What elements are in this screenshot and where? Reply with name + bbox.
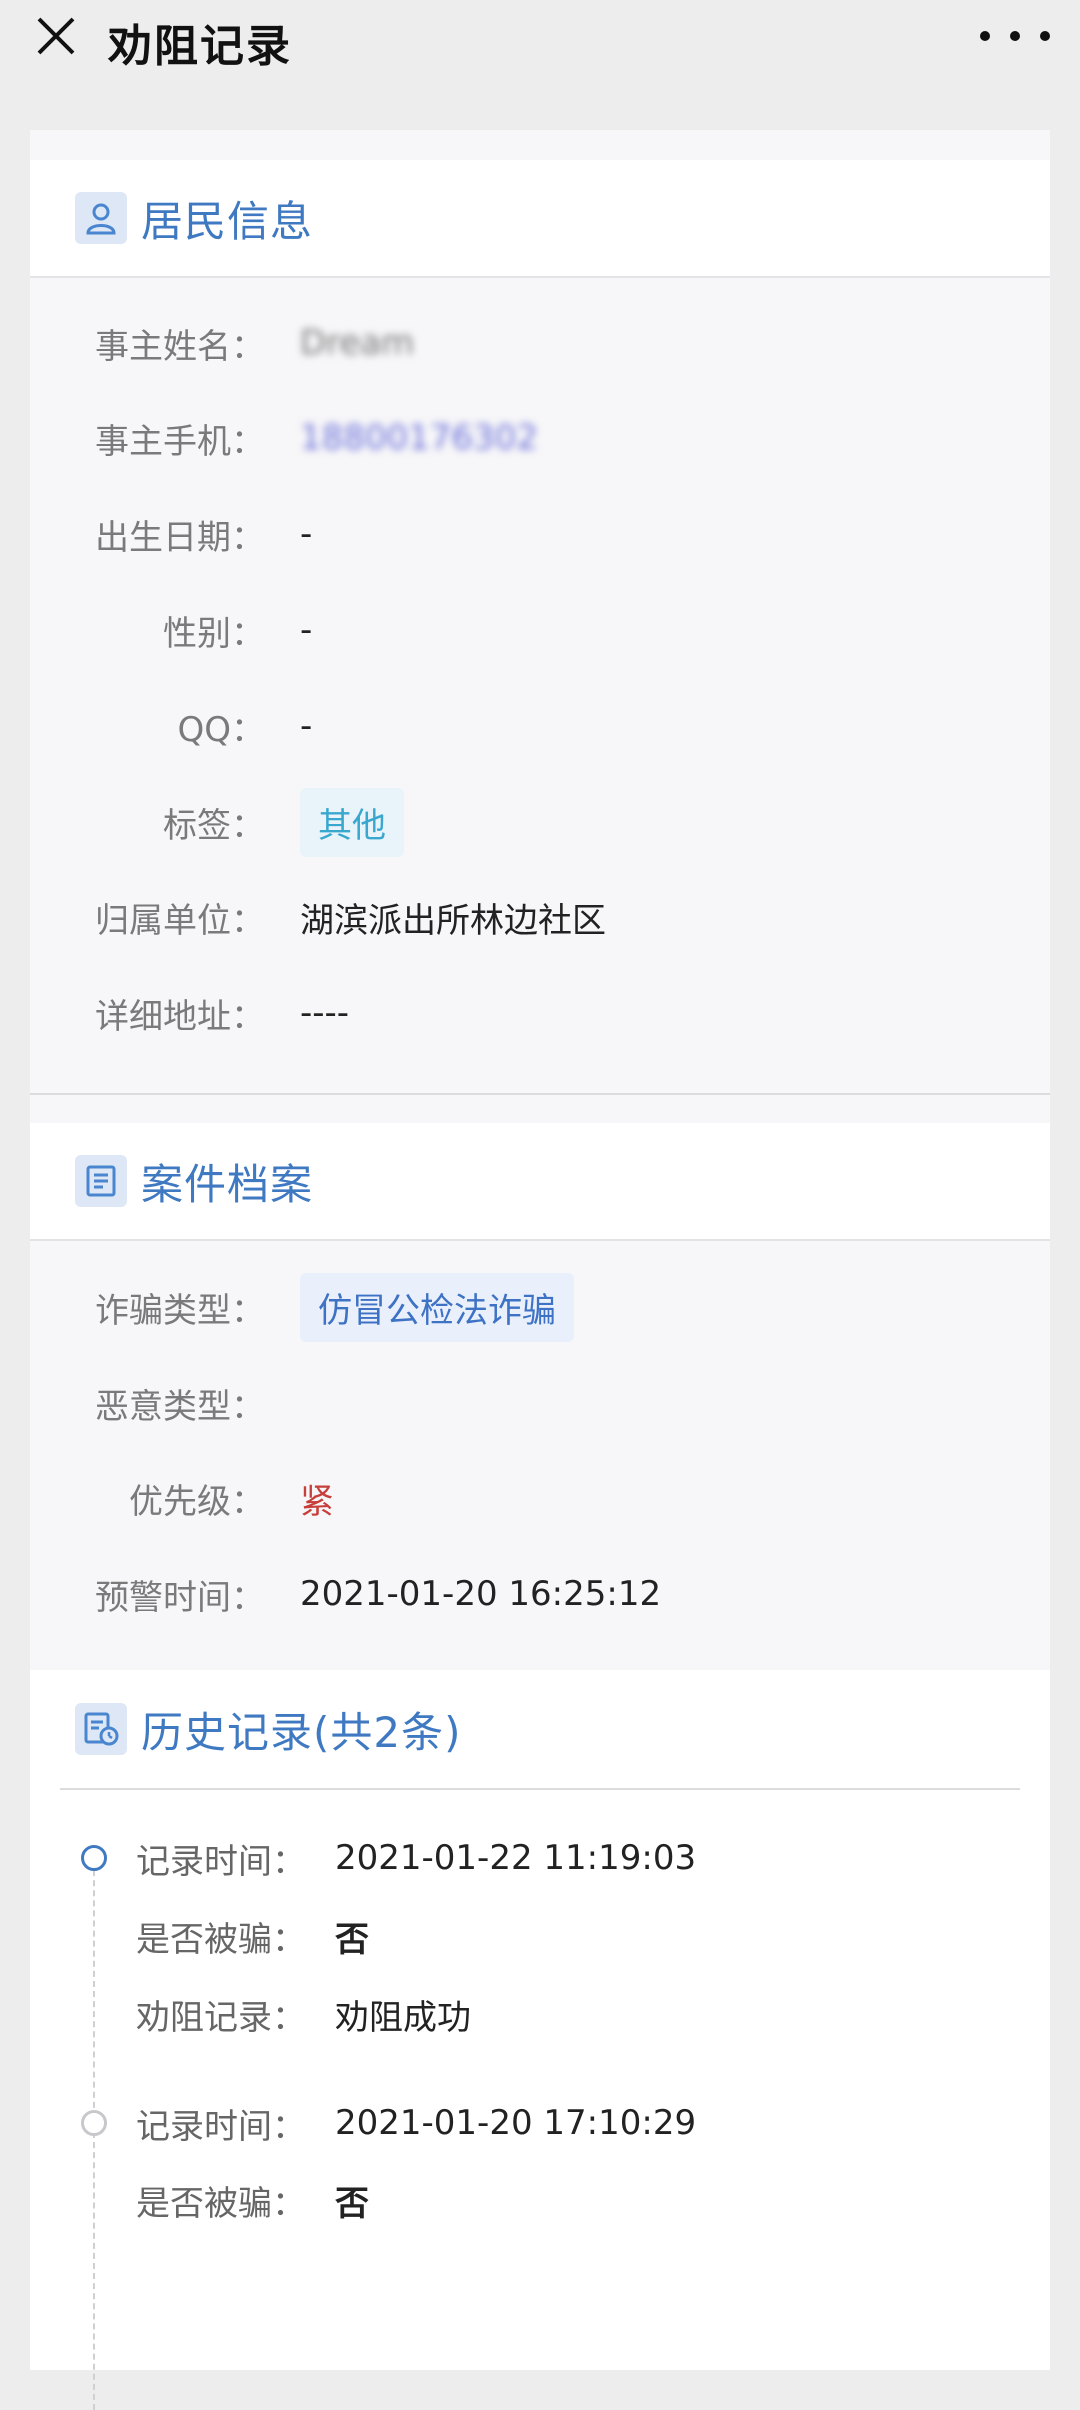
top-bar: 劝阻记录 [0, 0, 1080, 100]
field-name-value: Dream [300, 323, 415, 363]
close-icon [37, 17, 75, 55]
field-name: 事主姓名： Dream [30, 313, 1050, 373]
field-alert-time-value: 2021-01-20 16:25:12 [300, 1574, 662, 1614]
field-qq: QQ： - [30, 696, 1050, 756]
field-qq-value: - [300, 706, 313, 746]
history-section-header: 历史记录(共2条) [30, 1670, 1050, 1788]
record-result-label: 劝阻记录： [136, 1997, 306, 2038]
field-alert-time-label: 预警时间： [95, 1577, 265, 1618]
field-fraud-type-label: 诈骗类型： [95, 1290, 265, 1331]
scammed-value: 否 [335, 1919, 369, 1960]
field-phone-value[interactable]: 18800176302 [300, 418, 538, 458]
case-section-header: 案件档案 [30, 1123, 1050, 1241]
field-birth-label: 出生日期： [95, 517, 265, 558]
field-address-value: ---- [300, 993, 350, 1033]
history-record-1-time: 记录时间： 2021-01-22 11:19:03 [136, 1830, 696, 1886]
timeline-dot-inactive [81, 2110, 107, 2136]
history-icon [75, 1703, 127, 1755]
page-title: 劝阻记录 [108, 21, 292, 72]
document-icon [75, 1155, 127, 1207]
record-time-value: 2021-01-20 17:10:29 [335, 2103, 697, 2143]
tag-badge: 其他 [300, 787, 404, 857]
field-phone-label: 事主手机： [95, 421, 265, 462]
field-unit-value: 湖滨派出所林边社区 [300, 900, 606, 941]
field-address-label: 详细地址： [95, 996, 265, 1037]
field-gender: 性别： - [30, 600, 1050, 660]
record-result-value: 劝阻成功 [335, 1997, 471, 2038]
field-gender-label: 性别： [163, 613, 265, 654]
more-icon [980, 31, 990, 41]
field-tag-label: 标签： [163, 805, 265, 846]
person-icon [75, 192, 127, 244]
scammed-label: 是否被骗： [136, 1919, 306, 1960]
field-priority: 优先级： 紧 [30, 1468, 1050, 1528]
section-divider [30, 1093, 1050, 1095]
field-malicious-type: 恶意类型： [30, 1373, 1050, 1433]
record-time-value: 2021-01-22 11:19:03 [335, 1838, 697, 1878]
field-tag: 标签： 其他 [30, 787, 1050, 857]
history-card: 历史记录(共2条) 记录时间： 2021-01-22 11:19:03 是否被骗… [30, 1670, 1050, 2410]
scammed-label: 是否被骗： [136, 2183, 306, 2224]
history-divider [60, 1788, 1020, 1790]
field-alert-time: 预警时间： 2021-01-20 16:25:12 [30, 1564, 1050, 1624]
field-birth: 出生日期： - [30, 504, 1050, 564]
field-gender-value: - [300, 610, 313, 650]
history-record-2-scammed: 是否被骗： 否 [136, 2172, 369, 2228]
field-birth-value: - [300, 514, 313, 554]
fraud-type-badge: 仿冒公检法诈骗 [300, 1272, 574, 1342]
history-record-2-time: 记录时间： 2021-01-20 17:10:29 [136, 2095, 696, 2151]
field-priority-value: 紧 [300, 1481, 334, 1522]
field-unit-label: 归属单位： [95, 900, 265, 941]
scammed-value: 否 [335, 2183, 369, 2224]
field-malicious-type-label: 恶意类型： [95, 1386, 265, 1427]
field-fraud-type: 诈骗类型： 仿冒公检法诈骗 [30, 1272, 1050, 1342]
field-unit: 归属单位： 湖滨派出所林边社区 [30, 887, 1050, 947]
content-area: 居民信息 事主姓名： Dream 事主手机： 18800176302 出生日期：… [30, 130, 1050, 2410]
resident-section-title: 居民信息 [141, 196, 314, 246]
close-button[interactable] [28, 8, 84, 64]
history-record-1-result: 劝阻记录： 劝阻成功 [136, 1986, 471, 2042]
record-time-label: 记录时间： [136, 2106, 306, 2147]
field-qq-label: QQ： [177, 709, 265, 750]
field-phone: 事主手机： 18800176302 [30, 408, 1050, 468]
history-record-1-scammed: 是否被骗： 否 [136, 1908, 369, 1964]
field-address: 详细地址： ---- [30, 983, 1050, 1043]
history-section-title: 历史记录(共2条) [141, 1707, 462, 1757]
resident-section-header: 居民信息 [30, 160, 1050, 278]
case-section-title: 案件档案 [141, 1159, 314, 1209]
field-priority-label: 优先级： [129, 1481, 265, 1522]
record-time-label: 记录时间： [136, 1841, 306, 1882]
more-button[interactable] [980, 16, 1050, 56]
timeline-dot-active [81, 1845, 107, 1871]
field-name-label: 事主姓名： [95, 326, 265, 367]
